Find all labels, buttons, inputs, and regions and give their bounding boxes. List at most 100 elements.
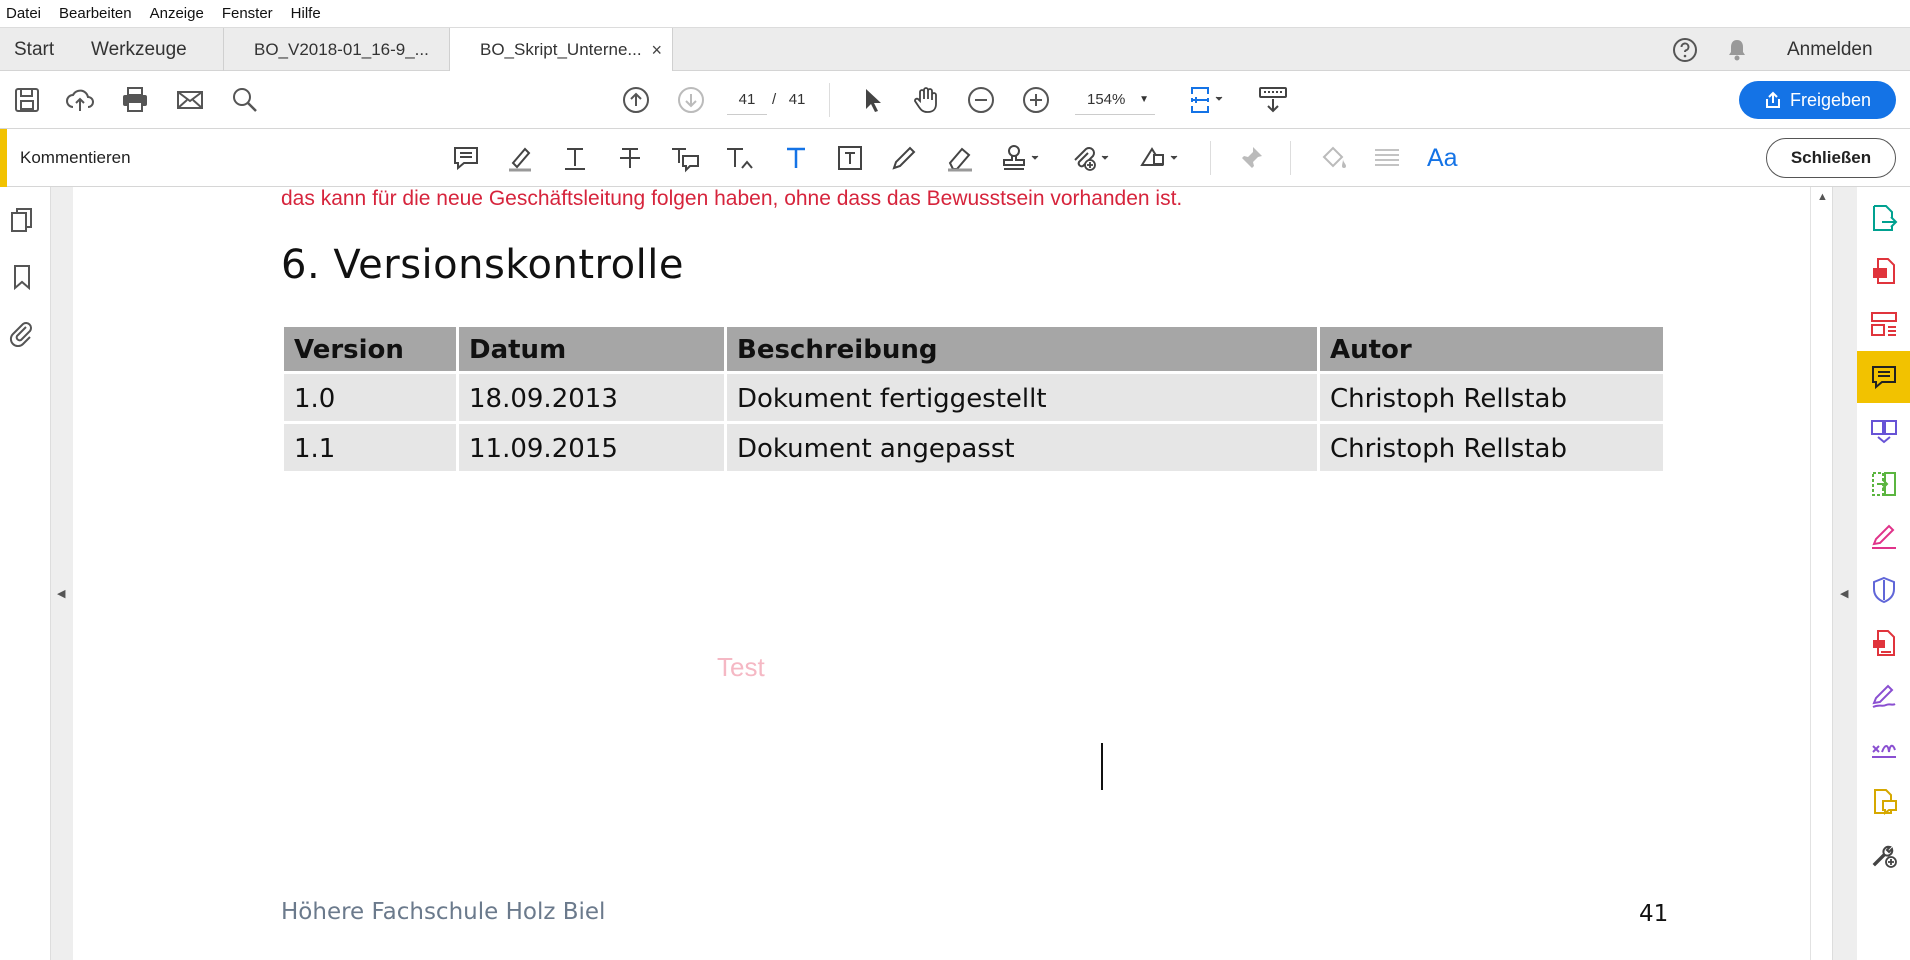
tab-close-icon[interactable]: × (651, 40, 662, 61)
font-properties-icon[interactable]: Aa (1427, 143, 1458, 173)
shapes-icon[interactable] (1138, 143, 1182, 173)
replace-text-icon[interactable] (669, 143, 701, 173)
login-button[interactable]: Anmelden (1787, 28, 1873, 71)
share-button[interactable]: Freigeben (1739, 81, 1896, 119)
help-icon[interactable] (1672, 28, 1698, 71)
table-cell: Dokument angepasst (727, 424, 1317, 471)
tab-document-2[interactable]: BO_Skript_Unterne... × (449, 28, 673, 72)
main-toolbar: 41 / 41 154% ▼ Freigeben (0, 71, 1910, 129)
fill-color-icon[interactable] (1318, 143, 1348, 173)
attachment-icon[interactable] (9, 319, 35, 348)
page-thumbnails-icon[interactable] (9, 207, 35, 235)
organize-pages-icon[interactable] (1857, 298, 1910, 350)
combine-files-icon[interactable] (1857, 405, 1910, 457)
edit-pdf-icon[interactable] (1857, 617, 1910, 669)
sticky-note-icon[interactable] (451, 143, 481, 173)
menu-bearbeiten[interactable]: Bearbeiten (59, 5, 132, 22)
vertical-scrollbar[interactable]: ▲ (1810, 187, 1832, 960)
zoom-level-select[interactable]: 154% ▼ (1075, 85, 1155, 115)
export-pdf-icon[interactable] (1857, 192, 1910, 244)
previous-page-icon[interactable] (621, 85, 651, 115)
menu-hilfe[interactable]: Hilfe (291, 5, 321, 22)
tab-tools[interactable]: Werkzeuge (91, 28, 187, 71)
section-heading: 6. Versionskontrolle (281, 242, 684, 288)
comment-document-icon[interactable] (1857, 776, 1910, 828)
tab-start[interactable]: Start (14, 28, 54, 71)
hand-tool-icon[interactable] (911, 85, 941, 115)
select-arrow-icon[interactable] (857, 85, 887, 115)
page-total: 41 (788, 91, 806, 108)
zoom-out-icon[interactable] (966, 85, 996, 115)
table-row: 1.1 11.09.2015 Dokument angepasst Christ… (284, 424, 1663, 471)
certificates-icon[interactable] (1857, 723, 1910, 775)
highlight-icon[interactable] (505, 143, 535, 173)
comment-tool-icon[interactable] (1857, 351, 1910, 403)
table-header-row: Version Datum Beschreibung Autor (284, 327, 1663, 371)
strikethrough-icon[interactable] (615, 143, 645, 173)
add-text-icon[interactable] (781, 143, 811, 173)
notification-bell-icon[interactable] (1725, 28, 1749, 71)
menu-anzeige[interactable]: Anzeige (150, 5, 204, 22)
line-weight-icon[interactable] (1372, 143, 1402, 173)
comment-toolbar-title: Kommentieren (20, 148, 131, 167)
table-cell: Christoph Rellstab (1320, 374, 1663, 421)
close-comment-button[interactable]: Schließen (1766, 138, 1896, 178)
table-cell: 11.09.2015 (459, 424, 724, 471)
table-cell: 1.0 (284, 374, 456, 421)
scroll-up-icon[interactable]: ▲ (1817, 191, 1828, 203)
right-pane-toggle[interactable]: ◀ (1832, 187, 1857, 960)
right-tools-rail (1857, 187, 1910, 960)
comment-toolbar-accent (0, 129, 7, 187)
email-icon[interactable] (175, 85, 205, 115)
chevron-down-icon: ▼ (1139, 94, 1149, 105)
search-icon[interactable] (230, 85, 260, 115)
more-tools-icon[interactable] (1857, 829, 1910, 881)
compare-files-icon[interactable] (1857, 458, 1910, 510)
create-pdf-icon[interactable] (1857, 245, 1910, 297)
insert-text-icon[interactable] (724, 143, 756, 173)
keyboard-scroll-icon[interactable] (1257, 85, 1297, 115)
share-button-label: Freigeben (1789, 89, 1872, 110)
menu-bar: Datei Bearbeiten Anzeige Fenster Hilfe (0, 0, 1910, 27)
page-number-input[interactable]: 41 (727, 85, 767, 115)
tab-document-1[interactable]: BO_V2018-01_16-9_... (223, 28, 449, 71)
table-cell: Christoph Rellstab (1320, 424, 1663, 471)
document-viewport[interactable]: das kann für die neue Geschäftsleitung f… (73, 187, 1810, 960)
table-cell: 1.1 (284, 424, 456, 471)
print-icon[interactable] (120, 85, 150, 115)
menu-datei[interactable]: Datei (6, 5, 41, 22)
document-red-text: das kann für die neue Geschäftsleitung f… (281, 187, 1183, 210)
stamp-icon[interactable] (999, 143, 1043, 173)
page-footer-school: Höhere Fachschule Holz Biel (281, 899, 606, 925)
cloud-upload-icon[interactable] (65, 85, 95, 115)
column-header-beschreibung: Beschreibung (727, 327, 1317, 371)
page-count: / 41 (772, 85, 805, 115)
send-for-signature-icon[interactable] (1857, 670, 1910, 722)
text-box-icon[interactable] (835, 143, 865, 173)
comment-toolbar-divider-2 (1290, 141, 1291, 175)
left-pane-toggle[interactable]: ◀ (51, 187, 73, 960)
save-icon[interactable] (12, 85, 42, 115)
protect-shield-icon[interactable] (1857, 564, 1910, 616)
pin-icon[interactable] (1236, 143, 1266, 173)
column-header-datum: Datum (459, 327, 724, 371)
zoom-in-icon[interactable] (1021, 85, 1051, 115)
page-footer-number: 41 (1639, 901, 1669, 927)
table-row: 1.0 18.09.2013 Dokument fertiggestellt C… (284, 374, 1663, 421)
next-page-icon[interactable] (676, 85, 706, 115)
page-separator: / (772, 91, 777, 108)
tab-document-1-label: BO_V2018-01_16-9_... (254, 39, 429, 59)
tab-document-2-label: BO_Skript_Unterne... (480, 40, 642, 59)
pencil-icon[interactable] (889, 143, 919, 173)
bookmark-icon[interactable] (9, 263, 35, 291)
expand-right-icon: ◀ (1840, 588, 1849, 600)
share-icon (1765, 91, 1780, 108)
attach-file-icon[interactable] (1068, 143, 1112, 173)
fill-and-sign-icon[interactable] (1857, 511, 1910, 563)
comment-toolbar: Kommentieren Aa Schließen (0, 129, 1910, 187)
eraser-icon[interactable] (944, 143, 976, 173)
left-navigation-pane (0, 187, 51, 960)
page-display-icon[interactable] (1188, 85, 1223, 115)
underline-text-icon[interactable] (560, 143, 590, 173)
menu-fenster[interactable]: Fenster (222, 5, 273, 22)
